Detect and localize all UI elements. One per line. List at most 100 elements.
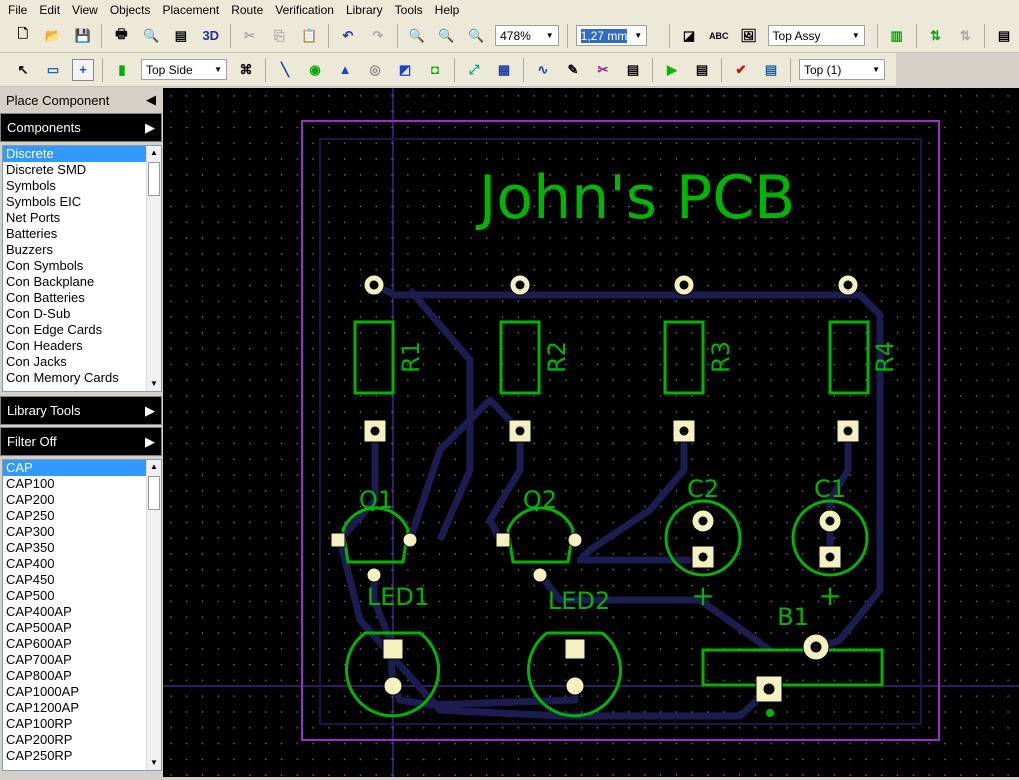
list-item[interactable]: Symbols EIC (3, 194, 146, 210)
collapse-icon[interactable]: ◀ (146, 92, 156, 108)
filter-section[interactable]: Filter Off ▶ (0, 427, 162, 456)
arc-icon[interactable]: ▲ (334, 59, 356, 81)
properties-icon[interactable]: ▤ (993, 25, 1015, 47)
swap-disabled-icon[interactable]: ⇅ (954, 25, 976, 47)
menu-view[interactable]: View (66, 3, 104, 17)
menu-objects[interactable]: Objects (104, 3, 157, 17)
list-item[interactable]: Con Jacks (3, 354, 146, 370)
library-tools-section[interactable]: Library Tools ▶ (0, 396, 162, 425)
list-item[interactable]: Con D-Sub (3, 306, 146, 322)
text-icon[interactable]: ABC (708, 25, 730, 47)
select-arrow-icon[interactable]: ↖ (12, 59, 34, 81)
zoom-fit-icon[interactable]: 🔍 (465, 25, 487, 47)
ruler-icon[interactable]: ▭ (42, 59, 64, 81)
unroute-icon[interactable]: ✂ (592, 59, 614, 81)
redo-icon[interactable]: ↷ (367, 25, 389, 47)
route-options-icon[interactable]: ▤ (622, 59, 644, 81)
paste-icon[interactable]: 📋 (298, 25, 320, 47)
crosshair-icon[interactable]: + (72, 58, 94, 81)
list-item[interactable]: Net Ports (3, 210, 146, 226)
pcb-canvas[interactable]: John's PCB R1 R2 R3 R4 Q1 Q2 C2 C1 LED1 … (163, 88, 1019, 777)
list-item[interactable]: CAP1200AP (3, 700, 146, 716)
list-item[interactable]: CAP400 (3, 556, 146, 572)
components-section[interactable]: Components ▶ (0, 113, 162, 142)
list-item[interactable]: CAP250RP (3, 748, 146, 764)
list-item[interactable]: CAP200RP (3, 732, 146, 748)
component-icon[interactable]: ▮ (111, 59, 133, 81)
menu-file[interactable]: File (2, 3, 33, 17)
report-icon[interactable]: ▤ (170, 25, 192, 47)
open-icon[interactable]: 📂 (42, 25, 64, 47)
part-list[interactable]: CAP CAP100 CAP200 CAP250 CAP300 CAP350 CAP400 C… (2, 459, 162, 771)
list-item[interactable]: CAP350 (3, 540, 146, 556)
menu-tools[interactable]: Tools (389, 3, 429, 17)
menu-placement[interactable]: Placement (157, 3, 226, 17)
list-item[interactable]: Con Symbols (3, 258, 146, 274)
polygon-icon[interactable]: ◘ (424, 59, 446, 81)
menu-route[interactable]: Route (225, 3, 269, 17)
cut-icon[interactable]: ✂ (239, 25, 261, 47)
menu-edit[interactable]: Edit (33, 3, 66, 17)
list-item[interactable]: CAP450 (3, 572, 146, 588)
image-icon[interactable]: 🖼 (738, 25, 760, 47)
menu-verification[interactable]: Verification (269, 3, 340, 17)
list-item[interactable]: CAP700AP (3, 652, 146, 668)
component-align-icon[interactable]: ▥ (886, 25, 908, 47)
route-edit-icon[interactable]: ✎ (562, 59, 584, 81)
layer-select[interactable]: Top (1) ▼ (799, 59, 885, 80)
list-item[interactable]: CAP100 (3, 476, 146, 492)
list-item[interactable]: CAP800AP (3, 668, 146, 684)
save-icon[interactable]: 💾 (72, 25, 94, 47)
zoom-in-icon[interactable]: 🔍 (406, 25, 428, 47)
list-item[interactable]: CAP500AP (3, 620, 146, 636)
list-item[interactable]: CAP400AP (3, 604, 146, 620)
list-item[interactable]: CAP100RP (3, 716, 146, 732)
category-list[interactable]: Discrete Discrete SMD Symbols Symbols EIC Ne… (2, 145, 162, 392)
scrollbar[interactable]: ▲ ▼ (146, 460, 161, 770)
route-icon[interactable]: ∿ (532, 59, 554, 81)
list-item[interactable]: Buzzers (3, 242, 146, 258)
dimension-icon[interactable]: ⤢ (463, 59, 485, 81)
menu-help[interactable]: Help (429, 3, 466, 17)
view-mode-select[interactable]: Top Assy ▼ (767, 25, 865, 46)
via-icon[interactable]: ◉ (304, 59, 326, 81)
print-icon[interactable]: 🖶 (110, 25, 132, 47)
list-item[interactable]: CAP1000AP (3, 684, 146, 700)
drc-report-icon[interactable]: ▤ (760, 59, 782, 81)
autoroute-run-icon[interactable]: ▶ (661, 59, 683, 81)
find-binoculars-icon[interactable]: ⌘ (235, 59, 257, 81)
side-select[interactable]: Top Side ▼ (141, 59, 227, 80)
copy-icon[interactable]: ⎘ (268, 25, 290, 47)
menu-library[interactable]: Library (340, 3, 389, 17)
swap-components-icon[interactable]: ⇅ (925, 25, 947, 47)
autoroute-setup-icon[interactable]: ▤ (691, 59, 713, 81)
list-item[interactable]: CAP (3, 460, 146, 476)
list-item[interactable]: Con Edge Cards (3, 322, 146, 338)
print-preview-icon[interactable]: 🔍 (140, 25, 162, 47)
zoom-select[interactable]: 478% ▼ (495, 25, 559, 46)
list-item[interactable]: CAP250 (3, 508, 146, 524)
grid-select[interactable]: 1,27 mm ▼ (575, 25, 648, 46)
list-item[interactable]: Con Batteries (3, 290, 146, 306)
list-item[interactable]: CAP200 (3, 492, 146, 508)
list-item[interactable]: CAP500 (3, 588, 146, 604)
scrollbar[interactable]: ▲ ▼ (146, 146, 161, 391)
copper-pour-icon[interactable]: ◩ (394, 59, 416, 81)
grid-icon[interactable]: ▦ (493, 59, 515, 81)
list-item[interactable]: CAP300 (3, 524, 146, 540)
list-item[interactable]: Discrete (3, 146, 146, 162)
list-item[interactable]: Discrete SMD (3, 162, 146, 178)
list-item[interactable]: Symbols (3, 178, 146, 194)
drc-check-icon[interactable]: ✔ (730, 59, 752, 81)
list-item[interactable]: Con Headers (3, 338, 146, 354)
list-item[interactable]: Con Backplane (3, 274, 146, 290)
undo-icon[interactable]: ↶ (337, 25, 359, 47)
list-item[interactable]: Batteries (3, 226, 146, 242)
trace-icon[interactable]: ╲ (274, 59, 296, 81)
list-item[interactable]: CAP600AP (3, 636, 146, 652)
new-icon[interactable]: 🗋 (12, 25, 34, 47)
zoom-out-icon[interactable]: 🔍 (436, 25, 458, 47)
3d-view-button[interactable]: 3D (200, 25, 222, 47)
list-item[interactable]: Con Memory Cards (3, 370, 146, 386)
pointer-edit-icon[interactable]: ◪ (678, 25, 700, 47)
